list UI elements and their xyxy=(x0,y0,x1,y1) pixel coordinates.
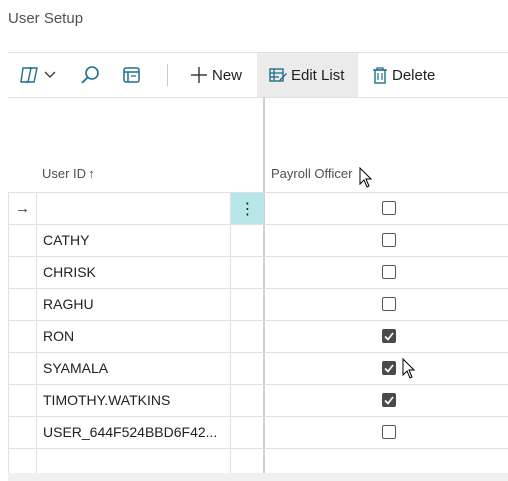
payroll-officer-checkbox[interactable] xyxy=(382,329,396,343)
filter-pane-button[interactable] xyxy=(122,53,142,97)
new-label: New xyxy=(212,66,243,84)
trash-icon xyxy=(372,66,388,84)
sort-ascending-icon: ↑ xyxy=(88,166,95,181)
more-options-icon: ⋮ xyxy=(239,200,256,218)
checkmark-icon xyxy=(384,331,394,341)
mouse-pointer-icon xyxy=(359,167,373,188)
row-menu-button[interactable]: ⋮ xyxy=(230,193,264,224)
user-id-cell[interactable]: TIMOTHY.WATKINS xyxy=(43,385,170,416)
payroll-officer-checkbox[interactable] xyxy=(382,201,396,215)
payroll-officer-checkbox[interactable] xyxy=(382,265,396,279)
row-menu-button[interactable] xyxy=(230,257,264,288)
row-menu-button[interactable] xyxy=(230,289,264,320)
user-id-cell[interactable]: RAGHU xyxy=(43,289,94,320)
row-menu-button[interactable] xyxy=(230,321,264,352)
chevron-down-icon xyxy=(44,71,56,79)
plus-icon xyxy=(190,66,208,84)
row-menu-button[interactable] xyxy=(230,353,264,384)
analysis-mode-icon xyxy=(20,66,40,84)
edit-list-icon xyxy=(269,66,287,84)
toolbar-separator xyxy=(167,64,168,86)
checkmark-icon xyxy=(384,363,394,373)
edit-list-button[interactable]: Edit List xyxy=(257,53,358,97)
checkmark-icon xyxy=(384,395,394,405)
row-indicator[interactable] xyxy=(8,289,37,320)
row-menu-button[interactable] xyxy=(230,417,264,448)
column-header-payroll-officer[interactable]: Payroll Officer xyxy=(271,166,352,181)
user-id-cell[interactable]: CHRISK xyxy=(43,257,96,288)
table-row[interactable]: RAGHU xyxy=(8,289,508,321)
table-row[interactable]: CHRISK xyxy=(8,257,508,289)
payroll-officer-checkbox[interactable] xyxy=(382,297,396,311)
column-header-user-id[interactable]: User ID ↑ xyxy=(42,166,95,181)
payroll-officer-checkbox[interactable] xyxy=(382,425,396,439)
row-indicator[interactable] xyxy=(8,225,37,256)
column-header-user-id-label: User ID xyxy=(42,166,87,181)
horizontal-scrollbar[interactable] xyxy=(8,473,508,481)
page-title: User Setup xyxy=(8,10,84,27)
payroll-officer-checkbox[interactable] xyxy=(382,361,396,375)
table-row[interactable]: SYAMALA xyxy=(8,353,508,385)
payroll-officer-checkbox[interactable] xyxy=(382,393,396,407)
filter-pane-icon xyxy=(122,66,142,84)
row-indicator[interactable]: → xyxy=(8,193,37,224)
table-row[interactable]: TIMOTHY.WATKINS xyxy=(8,385,508,417)
edit-list-label: Edit List xyxy=(291,66,345,84)
delete-label: Delete xyxy=(392,66,436,84)
user-id-cell[interactable]: RON xyxy=(43,321,74,352)
table-row[interactable]: RON xyxy=(8,321,508,353)
table-row[interactable]: USER_644F524BBD6F42... xyxy=(8,417,508,449)
action-toolbar: New Edit List Delete xyxy=(8,52,508,98)
delete-button[interactable]: Delete xyxy=(372,53,435,97)
arrow-right-icon: → xyxy=(15,200,30,217)
table-row[interactable]: CATHY xyxy=(8,225,508,257)
user-id-cell[interactable]: USER_644F524BBD6F42... xyxy=(43,417,217,448)
row-indicator[interactable] xyxy=(8,257,37,288)
user-id-cell[interactable]: SYAMALA xyxy=(43,353,108,384)
row-indicator[interactable] xyxy=(8,417,37,448)
row-indicator[interactable] xyxy=(8,385,37,416)
analysis-mode-button[interactable] xyxy=(20,53,56,97)
new-button[interactable]: New xyxy=(190,53,242,97)
row-menu-button[interactable] xyxy=(230,385,264,416)
search-button[interactable] xyxy=(80,53,100,97)
payroll-officer-checkbox[interactable] xyxy=(382,233,396,247)
user-id-cell[interactable]: CATHY xyxy=(43,225,89,256)
mouse-pointer-icon xyxy=(402,358,416,379)
user-setup-grid: → ⋮ CATHY CHRISK RAGHU RON SYAMALA TIMOT… xyxy=(8,192,508,481)
table-row[interactable]: → ⋮ xyxy=(8,192,508,225)
column-header-payroll-officer-label: Payroll Officer xyxy=(271,166,353,181)
row-indicator[interactable] xyxy=(8,353,37,384)
row-indicator[interactable] xyxy=(8,321,37,352)
row-menu-button[interactable] xyxy=(230,225,264,256)
search-icon xyxy=(80,65,100,85)
